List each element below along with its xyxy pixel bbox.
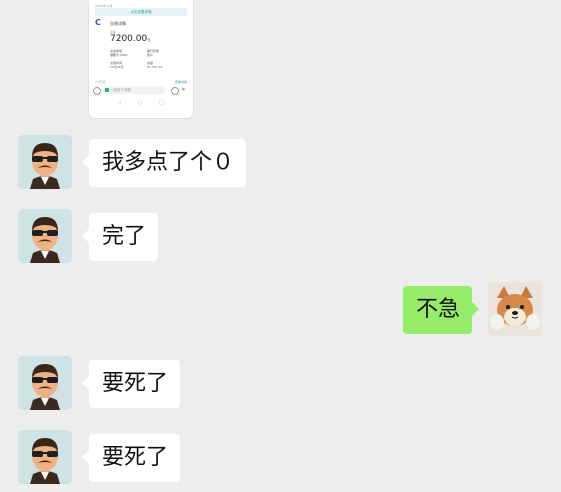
card-row: 跨行转账 账户	[147, 49, 160, 57]
screenshot-top-button: 点击查看详情	[95, 8, 187, 16]
nav-home-icon: ○	[138, 100, 143, 106]
message-bubble-incoming[interactable]: 完了	[81, 213, 159, 261]
contact-avatar[interactable]	[18, 135, 72, 189]
amount-value: 7200.00元	[110, 34, 151, 44]
bank-logo-icon: C	[95, 18, 101, 27]
shared-screenshot-image[interactable]: 2021年11月 点击查看详情 C 交易详情 金额 7200.00元 交易类型储…	[89, 0, 193, 118]
self-avatar[interactable]	[488, 282, 542, 336]
card-row: 交易时间 11月26日	[110, 61, 124, 69]
message-bubble-incoming[interactable]: 要死了	[81, 434, 181, 482]
card-row: 余额 87,327.14	[147, 61, 163, 69]
man-with-sunglasses-and-mustache-avatar	[18, 430, 72, 484]
send-icon: ➤	[181, 86, 187, 93]
contact-avatar[interactable]	[18, 430, 72, 484]
shiba-dog-avatar	[488, 282, 542, 336]
card-title: 交易详情	[110, 21, 126, 26]
screenshot-transaction-card: C 交易详情 金额 7200.00元 交易类型 储蓄卡 9083 跨行转账 账户 交…	[95, 18, 187, 80]
contact-avatar[interactable]	[18, 209, 72, 263]
emoji-icon	[171, 87, 179, 95]
message-bubble-incoming[interactable]: 我多点了个０	[81, 139, 247, 187]
voice-icon	[93, 87, 101, 95]
nav-recent-icon: □	[159, 100, 164, 106]
man-with-sunglasses-and-mustache-avatar	[18, 135, 72, 189]
screenshot-input-field: 一起发个消息	[103, 86, 165, 94]
nav-back-icon: ◁	[117, 100, 121, 106]
screenshot-footer-left: 7.2万元	[95, 80, 106, 84]
man-with-sunglasses-and-mustache-avatar	[18, 356, 72, 410]
message-bubble-outgoing[interactable]: 不急	[403, 286, 480, 334]
screenshot-input-bar: 一起发个消息 ➤	[93, 86, 189, 96]
card-row: 交易类型 储蓄卡 9083	[110, 49, 128, 57]
message-bubble-incoming[interactable]: 要死了	[81, 360, 181, 408]
screenshot-nav-bar: ◁ ○ □	[89, 100, 193, 110]
screenshot-footer-right: 查看详情	[174, 80, 187, 84]
man-with-sunglasses-and-mustache-avatar	[18, 209, 72, 263]
contact-avatar[interactable]	[18, 356, 72, 410]
